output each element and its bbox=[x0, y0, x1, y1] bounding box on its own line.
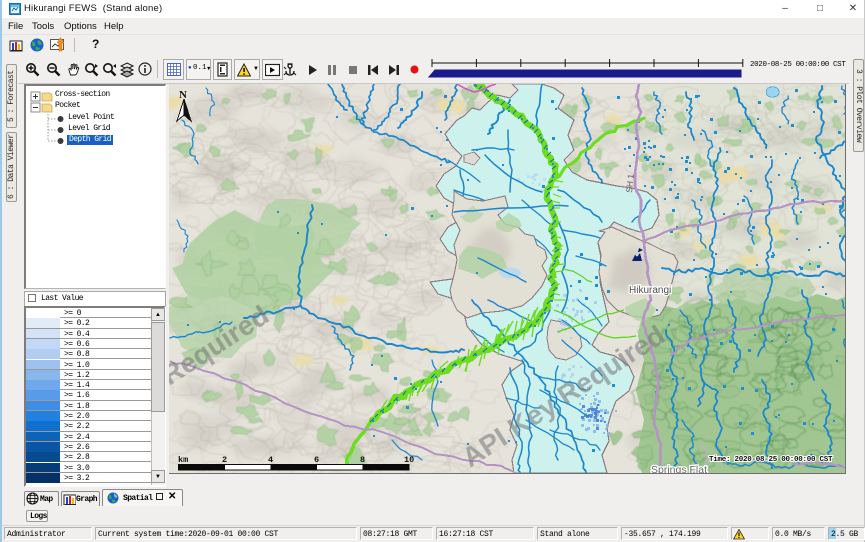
svg-text:10: 10 bbox=[404, 455, 414, 465]
svg-text:Springs Flat: Springs Flat bbox=[651, 464, 707, 473]
svg-text:8: 8 bbox=[360, 455, 365, 465]
svg-text:4: 4 bbox=[268, 455, 273, 465]
svg-text:2: 2 bbox=[222, 455, 227, 465]
svg-text:Time: 2020-08-25 00:00:00 CST: Time: 2020-08-25 00:00:00 CST bbox=[709, 456, 833, 464]
svg-text:N: N bbox=[179, 89, 187, 101]
svg-text:6: 6 bbox=[314, 455, 319, 465]
svg-text:Hikurangi: Hikurangi bbox=[629, 285, 671, 296]
svg-text:km: km bbox=[178, 455, 188, 465]
svg-text:SH 1: SH 1 bbox=[624, 173, 636, 193]
